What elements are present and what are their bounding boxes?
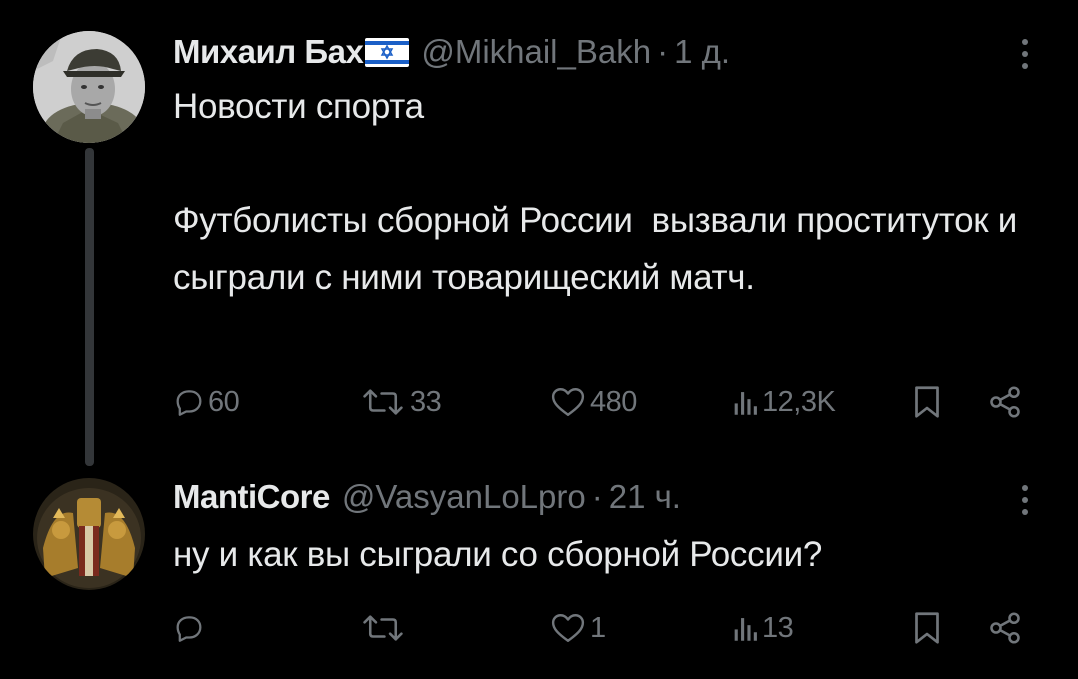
- bookmark-icon: [915, 612, 939, 644]
- tweet-text: Новости спорта Футболисты сборной России…: [173, 87, 1017, 297]
- bookmark-button[interactable]: [912, 606, 942, 650]
- separator: ·: [657, 33, 669, 70]
- author-handle[interactable]: @Mikhail_Bakh: [421, 32, 651, 72]
- avatar[interactable]: [33, 31, 145, 143]
- author-name[interactable]: MantiCore: [173, 477, 330, 517]
- more-options-icon[interactable]: [1010, 480, 1040, 520]
- retweet-icon: [363, 615, 403, 641]
- heart-icon: [551, 388, 585, 416]
- reply-icon: [176, 390, 202, 416]
- timestamp[interactable]: 1 д.: [674, 32, 730, 72]
- like-button[interactable]: 1: [548, 606, 606, 650]
- views-button[interactable]: 13: [732, 606, 794, 650]
- separator: ·: [591, 478, 603, 515]
- avatar-photo: [33, 31, 145, 143]
- israel-flag-icon: [365, 36, 410, 67]
- bookmark-icon: [915, 386, 939, 418]
- views-chart-icon: [734, 618, 757, 641]
- action-bar: 60 33 480 12,3K: [0, 380, 1078, 424]
- like-button[interactable]: 480: [548, 380, 637, 424]
- share-icon: [990, 386, 1020, 418]
- retweet-button[interactable]: 33: [358, 380, 442, 424]
- views-button[interactable]: 12,3K: [732, 380, 836, 424]
- heart-icon: [551, 614, 585, 642]
- reply-count: 60: [208, 385, 240, 418]
- reply-button[interactable]: 60: [172, 380, 240, 424]
- like-count: 480: [590, 385, 637, 418]
- tweet-header: Михаил Бах @Mikhail_Bakh · 1 д.: [173, 32, 730, 72]
- retweet-icon: [363, 389, 403, 415]
- reply-button[interactable]: [172, 606, 208, 650]
- retweet-button[interactable]: [358, 606, 410, 650]
- tweet[interactable]: Михаил Бах @Mikhail_Bakh · 1 д. Новости …: [0, 0, 1078, 470]
- timestamp[interactable]: 21 ч.: [609, 477, 681, 517]
- retweet-count: 33: [410, 385, 442, 418]
- tweet[interactable]: MantiCore @VasyanLoLpro · 21 ч. ну и как…: [0, 470, 1078, 679]
- share-icon: [990, 612, 1020, 644]
- more-options-icon[interactable]: [1010, 34, 1040, 74]
- share-button[interactable]: [987, 606, 1023, 650]
- tweet-text: ну и как вы сыграли со сборной России?: [173, 535, 823, 574]
- avatar[interactable]: [33, 478, 145, 590]
- tweet-header: MantiCore @VasyanLoLpro · 21 ч.: [173, 477, 681, 517]
- reply-icon: [176, 616, 202, 642]
- views-count: 13: [762, 611, 794, 644]
- bookmark-button[interactable]: [912, 380, 942, 424]
- views-chart-icon: [734, 392, 757, 415]
- action-bar: 1 13: [0, 606, 1078, 650]
- author-handle[interactable]: @VasyanLoLpro: [342, 477, 586, 517]
- avatar-picture: [33, 478, 145, 590]
- views-count: 12,3K: [762, 385, 836, 418]
- share-button[interactable]: [987, 380, 1023, 424]
- author-name[interactable]: Михаил Бах: [173, 32, 364, 72]
- like-count: 1: [590, 611, 606, 644]
